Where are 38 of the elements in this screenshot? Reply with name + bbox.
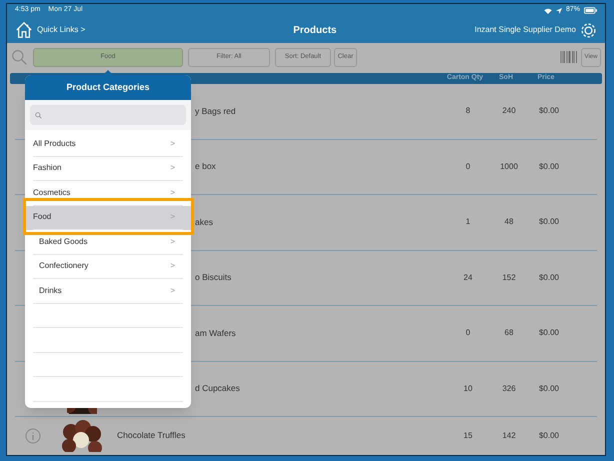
soh-cell-text: 142	[501, 430, 517, 442]
category-item[interactable]: Baked Goods >	[25, 230, 191, 254]
carton-qty-cell-text: 15	[462, 430, 474, 442]
popover-header: Product Categories	[25, 75, 191, 100]
soh-cell-text: 68	[504, 327, 514, 340]
product-name: e box	[195, 161, 216, 172]
price-cell-text: $0.00	[538, 272, 560, 284]
product-name: Chocolate Truffles	[117, 430, 186, 440]
product-name: akes	[195, 216, 213, 227]
price-cell-text: $0.00	[538, 216, 560, 228]
category-item[interactable]: All Products >	[25, 132, 191, 156]
carton-qty-cell-text: 0	[464, 160, 472, 173]
quick-links-link[interactable]: Quick Links >	[37, 24, 86, 36]
category-item[interactable]: Drinks >	[25, 279, 191, 304]
carton-qty-cell-text: 10	[462, 382, 474, 395]
carton-qty-cell-text: 24	[462, 272, 474, 284]
price-cell-text: $0.00	[538, 105, 560, 118]
category-item[interactable]: Fashion >	[25, 156, 191, 181]
price-cell-text: $0.00	[538, 430, 560, 442]
product-name: d Cupcakes	[195, 383, 240, 394]
product-name: y Bags red	[195, 106, 236, 116]
category-item[interactable]: Food >	[25, 206, 191, 230]
soh-cell-text: 1000	[499, 160, 519, 173]
soh-cell-text: 240	[501, 105, 517, 118]
soh-cell-text: 48	[504, 216, 514, 228]
category-item[interactable]: Confectionery >	[25, 254, 191, 279]
carton-qty-cell-text: 1	[464, 216, 472, 228]
price-cell-text: $0.00	[538, 327, 560, 340]
page-title: Products	[292, 24, 337, 38]
soh-cell-text: 326	[501, 382, 517, 395]
account-name: Inzant Single Supplier Demo	[474, 24, 576, 36]
price-cell-text: $0.00	[538, 382, 560, 395]
carton-qty-cell-text: 0	[464, 327, 472, 340]
soh-cell-text: 152	[501, 272, 517, 284]
product-name: am Wafers	[195, 328, 236, 338]
carton-qty-cell-text: 8	[464, 105, 472, 118]
product-name: o Biscuits	[195, 272, 232, 282]
price-cell-text: $0.00	[538, 160, 560, 173]
